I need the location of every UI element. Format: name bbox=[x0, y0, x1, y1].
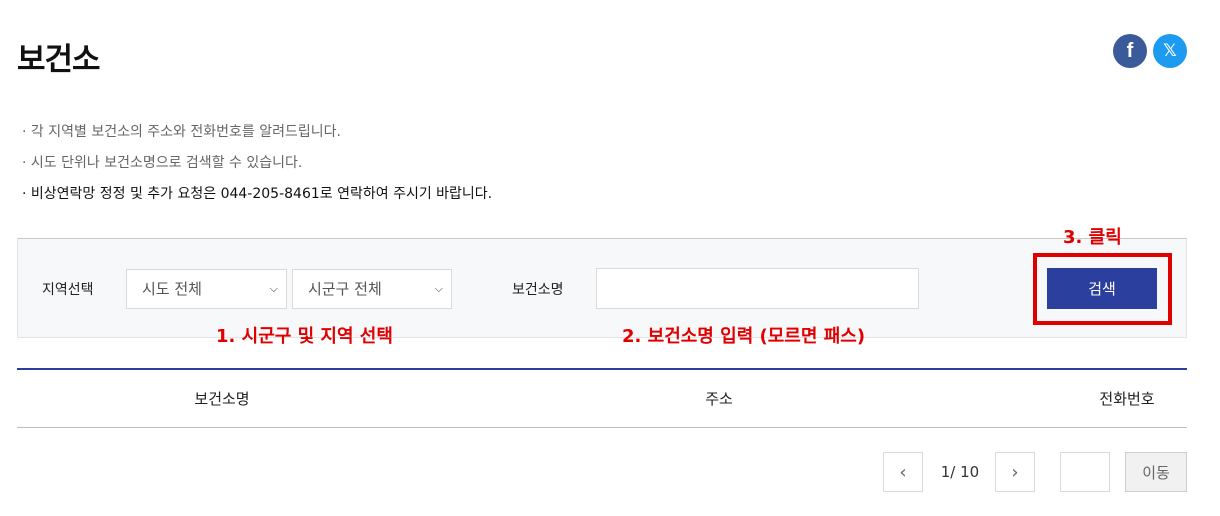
region-select-label: 지역선택 bbox=[42, 282, 94, 298]
table-header: 보건소명 주소 전화번호 bbox=[17, 368, 1187, 428]
annotation-step2: 2. 보건소명 입력 (모르면 패스) bbox=[622, 326, 866, 347]
health-center-name-label: 보건소명 bbox=[512, 282, 564, 298]
sido-select-value: 시도 전체 bbox=[142, 280, 202, 298]
prev-page-button[interactable]: ‹ bbox=[883, 452, 923, 492]
sido-select[interactable]: 시도 전체 ⌵ bbox=[126, 269, 287, 309]
column-header-name: 보건소명 bbox=[194, 390, 250, 408]
next-page-button[interactable]: › bbox=[995, 452, 1035, 492]
annotation-step1: 1. 시군구 및 지역 선택 bbox=[216, 326, 393, 347]
chevron-left-icon: ‹ bbox=[899, 461, 907, 483]
chevron-down-icon: ⌵ bbox=[269, 282, 278, 295]
page-title: 보건소 bbox=[17, 42, 101, 78]
note-item-contact: · 비상연락망 정정 및 추가 요청은 044-205-8461로 연락하여 주… bbox=[22, 186, 493, 202]
note-item: · 각 지역별 보건소의 주소와 전화번호를 알려드립니다. bbox=[22, 124, 341, 140]
facebook-icon[interactable]: f bbox=[1113, 34, 1147, 68]
column-header-phone: 전화번호 bbox=[1099, 390, 1155, 408]
column-header-address: 주소 bbox=[705, 390, 733, 408]
go-button[interactable]: 이동 bbox=[1125, 452, 1187, 492]
info-notes: · 각 지역별 보건소의 주소와 전화번호를 알려드립니다. · 시도 단위나 … bbox=[22, 117, 492, 210]
x-twitter-icon[interactable]: 𝕏 bbox=[1153, 34, 1187, 68]
chevron-down-icon: ⌵ bbox=[434, 282, 443, 295]
page-indicator: 1/ 10 bbox=[940, 463, 980, 481]
note-item: · 시도 단위나 보건소명으로 검색할 수 있습니다. bbox=[22, 155, 303, 171]
page-number-input[interactable] bbox=[1060, 452, 1110, 492]
search-button[interactable]: 검색 bbox=[1047, 268, 1157, 309]
share-buttons: f 𝕏 bbox=[1113, 34, 1187, 68]
sigungu-select-value: 시군구 전체 bbox=[308, 280, 382, 298]
annotation-step3: 3. 클릭 bbox=[1063, 227, 1122, 248]
health-center-name-input[interactable] bbox=[596, 268, 919, 309]
sigungu-select[interactable]: 시군구 전체 ⌵ bbox=[292, 269, 452, 309]
chevron-right-icon: › bbox=[1011, 461, 1019, 483]
search-panel: 지역선택 시도 전체 ⌵ 시군구 전체 ⌵ 보건소명 검색 bbox=[17, 238, 1187, 338]
